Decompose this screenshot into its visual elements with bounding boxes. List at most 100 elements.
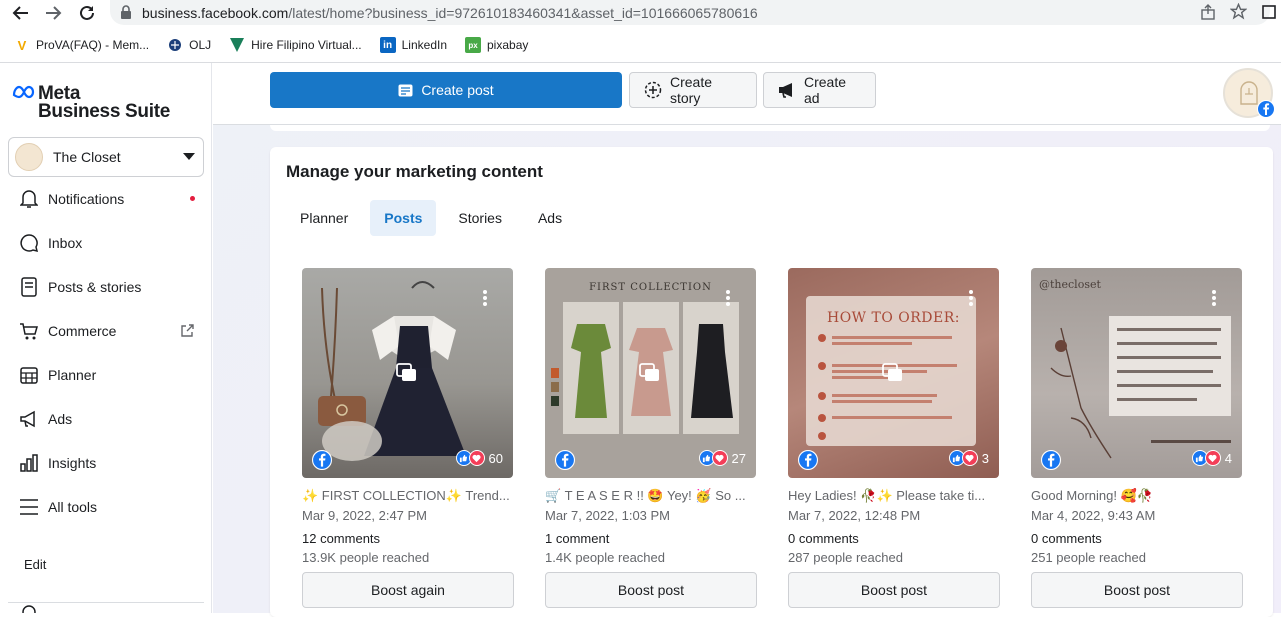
bookmark-label: ProVA(FAQ) - Mem...: [36, 38, 150, 52]
tab-posts[interactable]: Posts: [370, 200, 437, 236]
megaphone-icon: [778, 82, 796, 98]
meta-infinity-icon: [12, 85, 36, 99]
more-options-icon[interactable]: [969, 290, 973, 308]
post-thumbnail[interactable]: 60: [302, 268, 513, 478]
post-reach: 287 people reached: [788, 550, 903, 565]
more-options-icon[interactable]: [726, 290, 730, 308]
reaction-number: 60: [488, 450, 503, 466]
boost-post-button[interactable]: Boost post: [545, 572, 757, 608]
more-options-icon[interactable]: [483, 290, 487, 308]
post-caption: Good Morning! 🥰🥀: [1031, 488, 1153, 503]
bar-chart-icon: [18, 452, 40, 474]
post-card[interactable]: FIRST COLLECTION 27 🛒 T E A S E R !! 🤩 Y…: [545, 268, 757, 608]
create-post-button[interactable]: Create post: [270, 72, 622, 108]
compose-icon: [398, 84, 413, 97]
add-circle-icon: [644, 81, 662, 99]
bookmark-label: LinkedIn: [401, 38, 447, 52]
edit-link[interactable]: Edit: [24, 557, 46, 572]
multiple-photos-icon: [396, 363, 418, 383]
bookmark-star-icon[interactable]: [1230, 3, 1247, 20]
tab-ads[interactable]: Ads: [524, 200, 576, 236]
reload-icon[interactable]: [76, 2, 98, 24]
post-thumbnail[interactable]: HOW TO ORDER: 3: [788, 268, 999, 478]
sidebar-nav: Notifications Inbox Posts & stories Comm…: [0, 177, 212, 529]
sidebar-item-ads[interactable]: Ads: [0, 397, 212, 441]
more-options-icon[interactable]: [1212, 290, 1216, 308]
create-story-button[interactable]: Create story: [629, 72, 757, 108]
facebook-badge-icon: [1257, 100, 1275, 118]
sidebar-item-insights[interactable]: Insights: [0, 441, 212, 485]
sidebar-item-posts-stories[interactable]: Posts & stories: [0, 265, 212, 309]
browser-toolbar: business.facebook.com/latest/home?busine…: [0, 0, 1281, 25]
back-icon[interactable]: [10, 2, 32, 24]
bookmark-label: Hire Filipino Virtual...: [251, 38, 362, 52]
url-text: business.facebook.com/latest/home?busine…: [142, 5, 758, 21]
create-story-label: Create story: [670, 74, 713, 106]
bookmark-linkedin[interactable]: in LinkedIn: [379, 37, 447, 53]
window-icon[interactable]: [1262, 5, 1276, 19]
post-thumbnail[interactable]: @thecloset 4: [1031, 268, 1242, 478]
sidebar-item-all-tools[interactable]: All tools: [0, 485, 212, 529]
boost-post-button[interactable]: Boost post: [788, 572, 1000, 608]
section-title: Manage your marketing content: [286, 162, 543, 181]
sidebar: Meta Business Suite The Closet Notificat…: [0, 63, 212, 613]
post-comments[interactable]: 0 comments: [788, 531, 999, 546]
post-card[interactable]: 60 ✨ FIRST COLLECTION✨ Trend... Mar 9, 2…: [302, 268, 514, 608]
forward-icon[interactable]: [42, 2, 64, 24]
share-icon[interactable]: [1200, 4, 1216, 20]
content-tabs: Planner Posts Stories Ads: [286, 200, 584, 236]
logo-text-business-suite: Business Suite: [38, 101, 171, 122]
post-reach: 1.4K people reached: [545, 550, 665, 565]
facebook-icon: [555, 450, 575, 470]
tab-stories[interactable]: Stories: [444, 200, 516, 236]
post-date: Mar 7, 2022, 12:48 PM: [788, 508, 921, 523]
sidebar-item-label: Inbox: [48, 235, 83, 251]
main-area: Create post Create story Create ad Manag…: [213, 63, 1281, 617]
settings-icon[interactable]: [20, 603, 38, 613]
reaction-number: 27: [731, 450, 746, 466]
post-thumbnail[interactable]: FIRST COLLECTION 27: [545, 268, 756, 478]
menu-icon: [18, 496, 40, 518]
sidebar-item-inbox[interactable]: Inbox: [0, 221, 212, 265]
bookmark-prova[interactable]: V ProVA(FAQ) - Mem...: [14, 37, 149, 53]
reaction-number: 3: [981, 450, 989, 466]
post-card[interactable]: HOW TO ORDER: 3 Hey Ladies! 🥀✨ Please ta…: [788, 268, 1000, 608]
bookmark-label: pixabay: [487, 38, 529, 52]
post-card[interactable]: @thecloset 4 Good Morning! 🥰🥀 Mar 4, 202…: [1031, 268, 1243, 608]
boost-again-button[interactable]: Boost again: [302, 572, 514, 608]
lock-icon: [120, 5, 132, 19]
post-date: Mar 9, 2022, 2:47 PM: [302, 508, 428, 523]
post-comments[interactable]: 12 comments: [302, 531, 513, 546]
sidebar-item-label: All tools: [48, 499, 98, 515]
sidebar-item-commerce[interactable]: Commerce: [0, 309, 212, 353]
create-ad-button[interactable]: Create ad: [763, 72, 876, 108]
account-avatar: [15, 143, 43, 171]
post-caption: 🛒 T E A S E R !! 🤩 Yey! 🥳 So ...: [545, 488, 746, 503]
multiple-photos-icon: [639, 363, 661, 383]
external-link-icon: [180, 323, 195, 338]
olj-icon: [167, 37, 183, 53]
boost-post-button[interactable]: Boost post: [1031, 572, 1243, 608]
action-bar: Create post Create story Create ad: [213, 63, 1281, 125]
address-bar[interactable]: business.facebook.com/latest/home?busine…: [110, 0, 1276, 25]
sidebar-item-planner[interactable]: Planner: [0, 353, 212, 397]
post-comments[interactable]: 0 comments: [1031, 531, 1242, 546]
bookmark-olj[interactable]: OLJ: [167, 37, 211, 53]
hire-filipino-icon: [229, 37, 245, 53]
bookmarks-bar: V ProVA(FAQ) - Mem... OLJ Hire Filipino …: [0, 31, 1281, 59]
bookmark-hire-filipino[interactable]: Hire Filipino Virtual...: [229, 37, 362, 53]
prova-icon: V: [17, 37, 27, 53]
post-comments[interactable]: 1 comment: [545, 531, 756, 546]
create-ad-label: Create ad: [804, 74, 847, 106]
post-caption: Hey Ladies! 🥀✨ Please take ti...: [788, 488, 986, 503]
posts-grid: 60 ✨ FIRST COLLECTION✨ Trend... Mar 9, 2…: [302, 268, 1262, 617]
account-switcher[interactable]: The Closet: [8, 137, 204, 177]
sidebar-item-notifications[interactable]: Notifications: [0, 177, 212, 221]
bookmark-pixabay[interactable]: px pixabay: [465, 37, 528, 53]
love-icon: [961, 450, 978, 466]
reactions-count: 27: [698, 450, 746, 466]
page-profile-avatar[interactable]: [1223, 68, 1275, 118]
post-date: Mar 7, 2022, 1:03 PM: [545, 508, 671, 523]
bell-icon: [18, 188, 40, 210]
tab-planner[interactable]: Planner: [286, 200, 362, 236]
